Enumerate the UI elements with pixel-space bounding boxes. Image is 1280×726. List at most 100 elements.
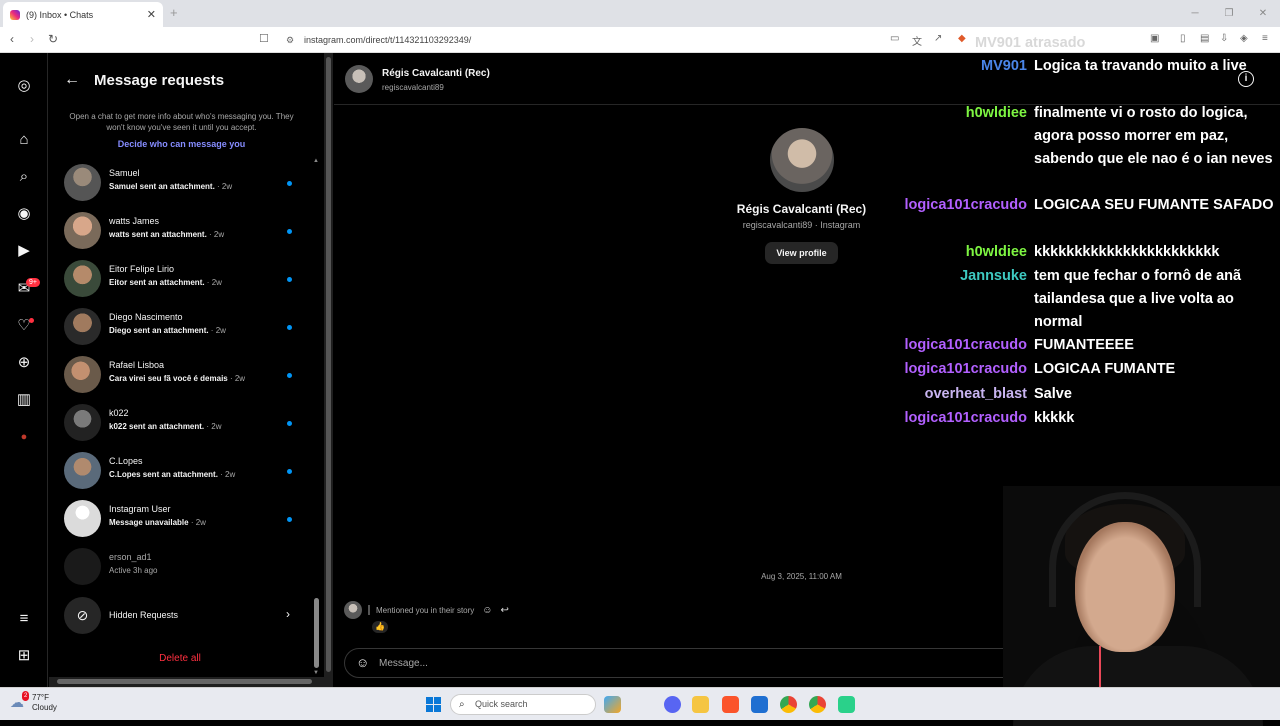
also-from-meta-icon[interactable]: ⊞ — [14, 646, 34, 666]
file-explorer-icon[interactable] — [692, 696, 709, 713]
create-icon[interactable]: ⊕ — [14, 353, 34, 373]
unread-dot — [287, 181, 292, 186]
view-profile-button[interactable]: View profile — [765, 242, 838, 264]
menu-icon[interactable]: ≡ — [1262, 33, 1268, 44]
back-icon[interactable]: ‹ — [10, 32, 14, 46]
discord-icon[interactable] — [664, 696, 681, 713]
stream-chat-overlay: MV901 atrasado MV901 Logica ta travando m… — [880, 35, 1280, 435]
hidden-requests-label: Hidden Requests — [109, 610, 179, 620]
request-item[interactable]: Instagram User Message unavailable · 2w — [64, 500, 304, 540]
close-tab-icon[interactable]: ✕ — [147, 8, 156, 21]
request-item[interactable]: Rafael Lisboa Cara virei seu fã você é d… — [64, 356, 304, 396]
minimize-icon[interactable]: ─ — [1178, 0, 1212, 27]
scrollbar-thumb[interactable] — [57, 679, 312, 684]
more-menu-icon[interactable]: ≡ — [14, 609, 34, 629]
weather-widget[interactable]: ☁ 2 77°F Cloudy — [10, 691, 57, 713]
delete-all-button[interactable]: Delete all — [49, 653, 311, 664]
decide-who-can-message-link[interactable]: Decide who can message you — [64, 139, 299, 149]
close-window-icon[interactable]: ✕ — [1246, 0, 1280, 27]
reload-icon[interactable]: ↻ — [48, 32, 58, 46]
avatar — [64, 260, 101, 297]
avatar — [64, 356, 101, 393]
chrome-profile-icon[interactable] — [809, 696, 826, 713]
request-item[interactable]: Diego Nascimento Diego sent an attachmen… — [64, 308, 304, 348]
chat-name[interactable]: Régis Cavalcanti (Rec) — [382, 68, 490, 79]
brave-icon[interactable] — [722, 696, 739, 713]
taskbar-search[interactable]: ⌕ Quick search — [450, 694, 596, 715]
explore-icon[interactable]: ◉ — [14, 204, 34, 224]
requests-info-text: Open a chat to get more info about who's… — [69, 112, 294, 132]
request-name: watts James — [109, 216, 160, 226]
page-title: Message requests — [94, 71, 225, 89]
profile-avatar[interactable]: ● — [14, 427, 34, 447]
request-item[interactable]: k022 k022 sent an attachment. · 2w — [64, 404, 304, 444]
notification-dot — [29, 318, 34, 323]
windows-start-icon[interactable] — [426, 697, 441, 712]
unread-dot — [287, 517, 292, 522]
requests-scrollbar[interactable]: ▲ ▼ — [313, 158, 321, 676]
chrome-icon[interactable] — [780, 696, 797, 713]
instagram-logo-icon[interactable]: ◎ — [14, 76, 34, 96]
browser-tab[interactable]: (9) Inbox • Chats ✕ — [3, 2, 163, 27]
maximize-icon[interactable]: ❐ — [1212, 0, 1246, 27]
horizontal-scrollbar[interactable] — [49, 677, 324, 687]
avatar — [64, 164, 101, 201]
cast-icon[interactable]: ▭ — [890, 33, 899, 44]
request-item[interactable]: erson_ad1 Active 3h ago — [64, 548, 304, 588]
hidden-requests-row[interactable]: ⊘ Hidden Requests › — [64, 597, 304, 635]
site-settings-icon[interactable]: ⚙ — [286, 31, 294, 49]
obs-like-app-icon[interactable] — [838, 696, 855, 713]
chevron-right-icon: › — [286, 607, 290, 621]
request-name: erson_ad1 — [109, 552, 152, 562]
reels-icon[interactable]: ▶ — [14, 241, 34, 261]
request-name: C.Lopes — [109, 456, 143, 466]
back-arrow-icon[interactable]: ← — [64, 71, 80, 89]
story-mention-text: Mentioned you in their story — [376, 605, 475, 615]
vpn-icon[interactable]: ◈ — [1240, 33, 1248, 44]
scroll-up-icon[interactable]: ▲ — [313, 158, 319, 164]
new-tab-icon[interactable]: + — [170, 5, 178, 20]
translate-icon[interactable]: 文 — [912, 33, 922, 48]
share-icon[interactable]: ↗ — [934, 33, 942, 44]
brave-shield-icon[interactable]: ◆ — [958, 33, 966, 44]
message-input[interactable] — [379, 653, 979, 673]
copilot-icon[interactable] — [604, 696, 621, 713]
headset — [1049, 492, 1201, 607]
bookmark-icon[interactable]: ☐ — [259, 32, 269, 45]
chat-avatar[interactable] — [345, 65, 373, 93]
request-item[interactable]: Samuel Samuel sent an attachment. · 2w — [64, 164, 304, 204]
sender-avatar — [344, 601, 362, 619]
request-item[interactable]: C.Lopes C.Lopes sent an attachment. · 2w — [64, 452, 304, 492]
request-item[interactable]: watts James watts sent an attachment. · … — [64, 212, 304, 252]
scroll-down-icon[interactable]: ▼ — [313, 670, 319, 676]
request-preview: Samuel sent an attachment. · 2w — [109, 182, 233, 191]
request-name: Diego Nascimento — [109, 312, 183, 322]
request-item[interactable]: Eitor Felipe Lirio Eitor sent an attachm… — [64, 260, 304, 300]
unread-dot — [287, 373, 292, 378]
sidebar-toggle-icon[interactable]: ▯ — [1180, 33, 1186, 44]
downloads-icon[interactable]: ⇩ — [1220, 33, 1228, 44]
scrollbar-thumb[interactable] — [326, 57, 331, 672]
unread-dot — [287, 421, 292, 426]
reply-icon[interactable]: ↩ — [501, 605, 509, 616]
weather-condition: Cloudy — [32, 703, 57, 712]
profile-avatar-large — [769, 128, 834, 192]
messages-badge: 9+ — [26, 278, 40, 287]
avatar — [64, 308, 101, 345]
url-field[interactable]: ⚙ instagram.com/direct/t/114321103292349… — [280, 31, 880, 49]
left-nav-rail: ◎ ⌂ ⌕ ◉ ▶ ✉ 9+ ♡ ⊕ ▥ ● ≡ ⊞ — [0, 53, 48, 687]
extensions-icon[interactable]: ▣ — [1150, 33, 1159, 44]
search-icon[interactable]: ⌕ — [14, 167, 34, 187]
emoji-picker-icon[interactable]: ☺ — [356, 655, 369, 670]
scrollbar-thumb[interactable] — [314, 598, 319, 668]
divider — [368, 605, 370, 615]
avatar — [64, 212, 101, 249]
home-icon[interactable]: ⌂ — [14, 130, 34, 150]
weather-badge: 2 — [22, 691, 30, 701]
react-emoji-icon[interactable]: ☺ — [482, 605, 492, 616]
wallet-icon[interactable]: ▤ — [1200, 33, 1209, 44]
photos-icon[interactable] — [751, 696, 768, 713]
dashboard-icon[interactable]: ▥ — [14, 390, 34, 410]
forward-icon[interactable]: › — [30, 32, 34, 46]
page-scrollbar[interactable] — [324, 53, 333, 687]
